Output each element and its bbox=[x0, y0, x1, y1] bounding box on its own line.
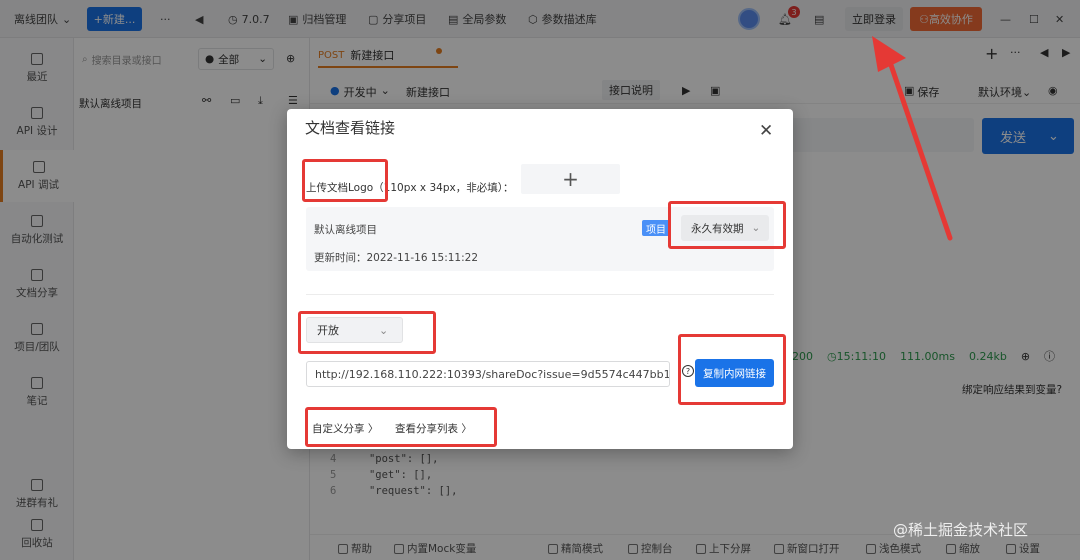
divider bbox=[306, 294, 774, 295]
share-url-field[interactable]: http://192.168.110.222:10393/shareDoc?is… bbox=[306, 361, 670, 387]
logo-upload-button[interactable]: + bbox=[521, 164, 620, 194]
updated-time: 更新时间：2022-11-16 15:11:22 bbox=[314, 252, 479, 264]
dialog-title: 文档查看链接 bbox=[305, 119, 396, 137]
annotation-box bbox=[302, 159, 388, 202]
annotation-box bbox=[678, 334, 786, 405]
annotation-box bbox=[668, 201, 786, 249]
annotation-box bbox=[298, 311, 436, 354]
annotation-box bbox=[305, 407, 497, 447]
project-tag: 项目 bbox=[642, 220, 670, 236]
project-name: 默认离线项目 bbox=[314, 224, 377, 236]
watermark: @稀土掘金技术社区 bbox=[893, 521, 1029, 539]
close-icon[interactable]: ✕ bbox=[759, 121, 773, 141]
